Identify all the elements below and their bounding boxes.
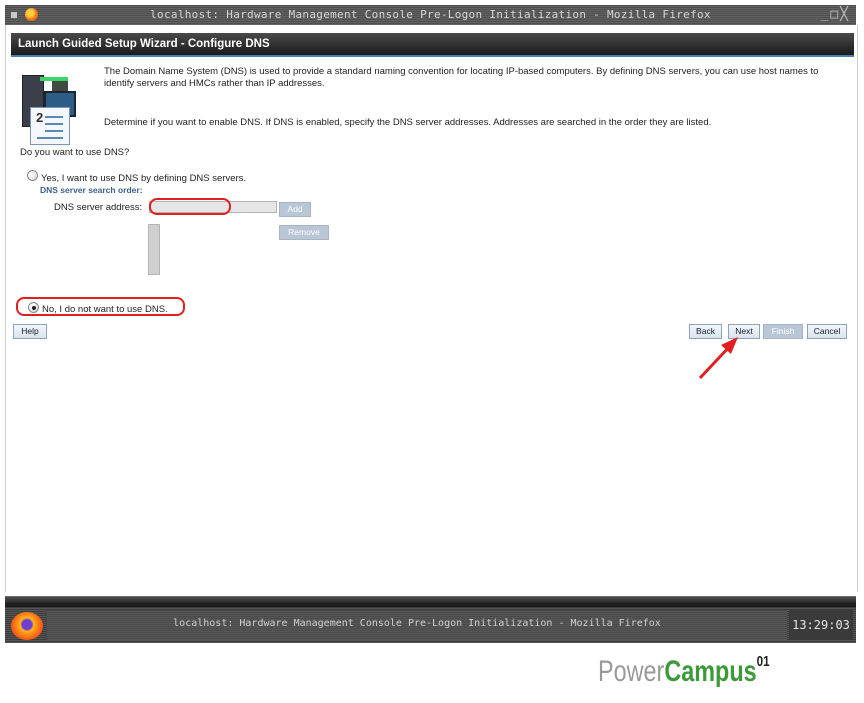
logo-sup: 01 xyxy=(756,653,770,670)
page-title: Launch Guided Setup Wizard - Configure D… xyxy=(18,38,270,50)
dns-address-input[interactable] xyxy=(149,201,277,213)
wizard-header: Launch Guided Setup Wizard - Configure D… xyxy=(11,33,854,55)
add-button[interactable]: Add xyxy=(279,202,311,217)
next-arrow-icon xyxy=(698,337,738,380)
finish-button[interactable]: Finish xyxy=(763,324,803,339)
firefox-launcher-icon[interactable] xyxy=(11,612,43,640)
wizard-content: Launch Guided Setup Wizard - Configure D… xyxy=(5,25,858,592)
cancel-button[interactable]: Cancel xyxy=(807,324,847,339)
window-title: localhost: Hardware Management Console P… xyxy=(150,8,711,21)
help-button[interactable]: Help xyxy=(13,324,47,339)
taskbar: localhost: Hardware Management Console P… xyxy=(5,596,856,643)
taskbar-window-button[interactable]: localhost: Hardware Management Console P… xyxy=(47,610,787,640)
use-dns-yes-radio[interactable] xyxy=(27,170,38,181)
dns-illustration: 2 xyxy=(20,69,78,147)
use-dns-yes-label[interactable]: Yes, I want to use DNS by defining DNS s… xyxy=(41,173,246,185)
use-dns-no-radio[interactable] xyxy=(28,302,39,313)
search-order-label: DNS server search order: xyxy=(40,185,143,195)
header-divider xyxy=(11,55,854,57)
dns-question: Do you want to use DNS? xyxy=(20,147,130,158)
network-link-icon xyxy=(40,77,68,81)
taskbar-clock: 13:29:03 xyxy=(789,610,853,640)
logo-part-power: Power xyxy=(598,655,665,688)
dns-address-label: DNS server address: xyxy=(54,202,143,213)
remove-button[interactable]: Remove xyxy=(279,225,329,240)
illustration-number: 2 xyxy=(36,110,44,125)
powercampus-logo: PowerCampus01 xyxy=(598,653,770,689)
use-dns-no-label[interactable]: No, I do not want to use DNS. xyxy=(42,304,168,316)
logo-part-campus: Campus xyxy=(664,655,757,688)
window-titlebar: localhost: Hardware Management Console P… xyxy=(5,5,856,25)
description-paragraph-1: The Domain Name System (DNS) is used to … xyxy=(104,66,819,89)
window-controls[interactable]: _□╳ xyxy=(821,7,850,22)
dns-server-list[interactable] xyxy=(148,224,160,275)
description-paragraph-2: Determine if you want to enable DNS. If … xyxy=(104,117,712,128)
taskbar-window-title: localhost: Hardware Management Console P… xyxy=(173,618,661,629)
document-icon: 2 xyxy=(30,107,70,145)
